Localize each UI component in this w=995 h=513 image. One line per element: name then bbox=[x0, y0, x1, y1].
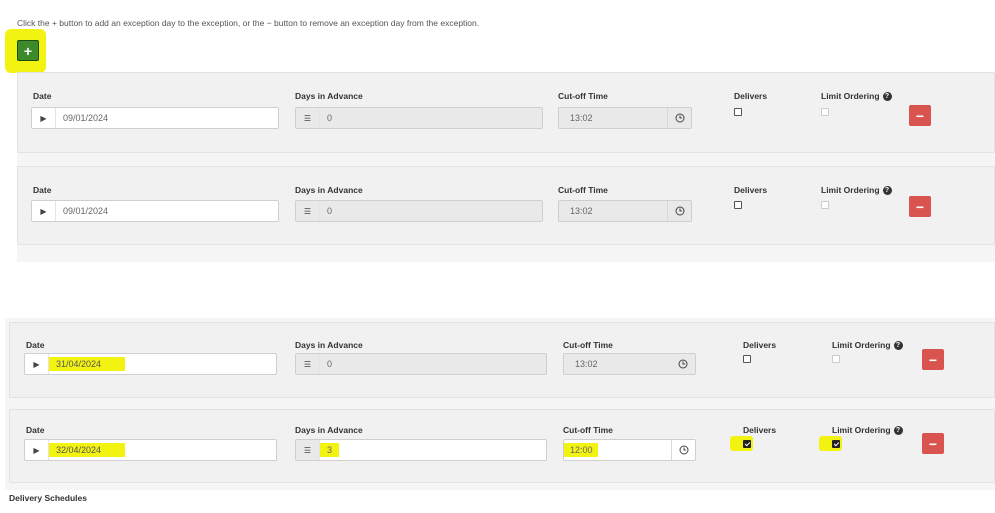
play-triangle-icon[interactable]: ▶ bbox=[25, 354, 49, 374]
days-in-advance-input: ☰ 0 bbox=[295, 107, 543, 129]
limit-ordering-label: Limit Ordering? bbox=[821, 185, 892, 195]
limit-ordering-text: Limit Ordering bbox=[832, 340, 891, 350]
cutoff-time-input: 13:02 bbox=[558, 107, 692, 129]
exception-row-1: Date Days in Advance Cut-off Time Delive… bbox=[17, 72, 995, 153]
date-value: 32/04/2024 bbox=[56, 445, 102, 455]
question-circle-icon[interactable]: ? bbox=[893, 426, 903, 435]
days-in-advance-value: 0 bbox=[327, 113, 333, 123]
cutoff-time-label: Cut-off Time bbox=[558, 185, 608, 195]
days-in-advance-value: 3 bbox=[327, 445, 333, 455]
date-input[interactable]: ▶ 09/01/2024 bbox=[31, 200, 279, 222]
instructions-text: Click the + button to add an exception d… bbox=[17, 18, 479, 28]
date-input[interactable]: ▶ 09/01/2024 bbox=[31, 107, 279, 129]
delivers-checkbox[interactable] bbox=[734, 201, 742, 209]
limit-ordering-checkbox bbox=[821, 201, 829, 209]
exception-row-3: Date Days in Advance Cut-off Time Delive… bbox=[9, 322, 995, 398]
calendar-list-icon: ☰ bbox=[296, 108, 320, 128]
date-label: Date bbox=[33, 91, 52, 101]
calendar-list-icon: ☰ bbox=[296, 440, 320, 460]
delivers-label: Delivers bbox=[743, 425, 777, 435]
limit-ordering-checkbox bbox=[821, 108, 829, 116]
days-in-advance-label: Days in Advance bbox=[295, 185, 363, 195]
calendar-list-icon: ☰ bbox=[296, 354, 320, 374]
days-in-advance-value: 0 bbox=[327, 359, 333, 369]
remove-exception-day-button[interactable]: − bbox=[922, 349, 944, 370]
remove-exception-day-button[interactable]: − bbox=[909, 105, 931, 126]
delivers-checkbox[interactable] bbox=[734, 108, 742, 116]
days-in-advance-label: Days in Advance bbox=[295, 425, 363, 435]
exception-row-2: Date Days in Advance Cut-off Time Delive… bbox=[17, 166, 995, 245]
limit-ordering-checkbox[interactable] bbox=[832, 440, 840, 448]
plus-icon: + bbox=[23, 42, 33, 59]
question-circle-icon[interactable]: ? bbox=[882, 186, 892, 195]
clock-icon[interactable] bbox=[667, 108, 691, 128]
cutoff-time-label: Cut-off Time bbox=[563, 340, 613, 350]
date-input[interactable]: ▶ 32/04/2024 bbox=[24, 439, 277, 461]
minus-icon: − bbox=[915, 107, 925, 124]
cutoff-time-input: 13:02 bbox=[563, 353, 696, 375]
minus-icon: − bbox=[928, 351, 938, 368]
days-in-advance-label: Days in Advance bbox=[295, 340, 363, 350]
date-label: Date bbox=[26, 425, 45, 435]
question-circle-icon[interactable]: ? bbox=[882, 92, 892, 101]
minus-icon: − bbox=[928, 435, 938, 452]
top-strip bbox=[0, 0, 995, 8]
cutoff-time-label: Cut-off Time bbox=[558, 91, 608, 101]
question-circle-icon[interactable]: ? bbox=[893, 341, 903, 350]
cutoff-time-label: Cut-off Time bbox=[563, 425, 613, 435]
limit-ordering-label: Limit Ordering? bbox=[832, 340, 903, 350]
limit-ordering-text: Limit Ordering bbox=[821, 185, 880, 195]
cutoff-time-input: 13:02 bbox=[558, 200, 692, 222]
delivers-label: Delivers bbox=[743, 340, 777, 350]
days-in-advance-value: 0 bbox=[327, 206, 333, 216]
date-label: Date bbox=[26, 340, 45, 350]
delivers-checkbox[interactable] bbox=[743, 355, 751, 363]
play-triangle-icon[interactable]: ▶ bbox=[32, 108, 56, 128]
clock-icon[interactable] bbox=[667, 201, 691, 221]
clock-icon[interactable] bbox=[671, 354, 695, 374]
days-in-advance-input: ☰ 0 bbox=[295, 353, 547, 375]
limit-ordering-label: Limit Ordering? bbox=[832, 425, 903, 435]
cutoff-time-value: 12:00 bbox=[570, 445, 593, 455]
date-input[interactable]: ▶ 31/04/2024 bbox=[24, 353, 277, 375]
limit-ordering-label: Limit Ordering? bbox=[821, 91, 892, 101]
cutoff-time-value: 13:02 bbox=[570, 206, 593, 216]
days-in-advance-input: ☰ 0 bbox=[295, 200, 543, 222]
add-exception-day-button[interactable]: + bbox=[17, 40, 39, 61]
cutoff-time-input[interactable]: 12:00 bbox=[563, 439, 696, 461]
days-in-advance-input[interactable]: ☰ 3 bbox=[295, 439, 547, 461]
limit-ordering-text: Limit Ordering bbox=[832, 425, 891, 435]
cutoff-time-value: 13:02 bbox=[575, 359, 598, 369]
limit-ordering-text: Limit Ordering bbox=[821, 91, 880, 101]
delivers-label: Delivers bbox=[734, 91, 768, 101]
cutoff-time-value: 13:02 bbox=[570, 113, 593, 123]
play-triangle-icon[interactable]: ▶ bbox=[32, 201, 56, 221]
date-value: 09/01/2024 bbox=[63, 113, 109, 123]
clock-icon[interactable] bbox=[671, 440, 695, 460]
remove-exception-day-button[interactable]: − bbox=[922, 433, 944, 454]
delivery-schedules-heading: Delivery Schedules bbox=[9, 493, 87, 503]
delivers-label: Delivers bbox=[734, 185, 768, 195]
date-value: 09/01/2024 bbox=[63, 206, 109, 216]
instructions-label: Click the + button to add an exception d… bbox=[17, 18, 480, 28]
date-label: Date bbox=[33, 185, 52, 195]
calendar-list-icon: ☰ bbox=[296, 201, 320, 221]
minus-icon: − bbox=[915, 198, 925, 215]
date-value: 31/04/2024 bbox=[56, 359, 102, 369]
days-in-advance-label: Days in Advance bbox=[295, 91, 363, 101]
remove-exception-day-button[interactable]: − bbox=[909, 196, 931, 217]
exception-row-4: Date Days in Advance Cut-off Time Delive… bbox=[9, 409, 995, 483]
delivers-checkbox[interactable] bbox=[743, 440, 751, 448]
play-triangle-icon[interactable]: ▶ bbox=[25, 440, 49, 460]
limit-ordering-checkbox bbox=[832, 355, 840, 363]
